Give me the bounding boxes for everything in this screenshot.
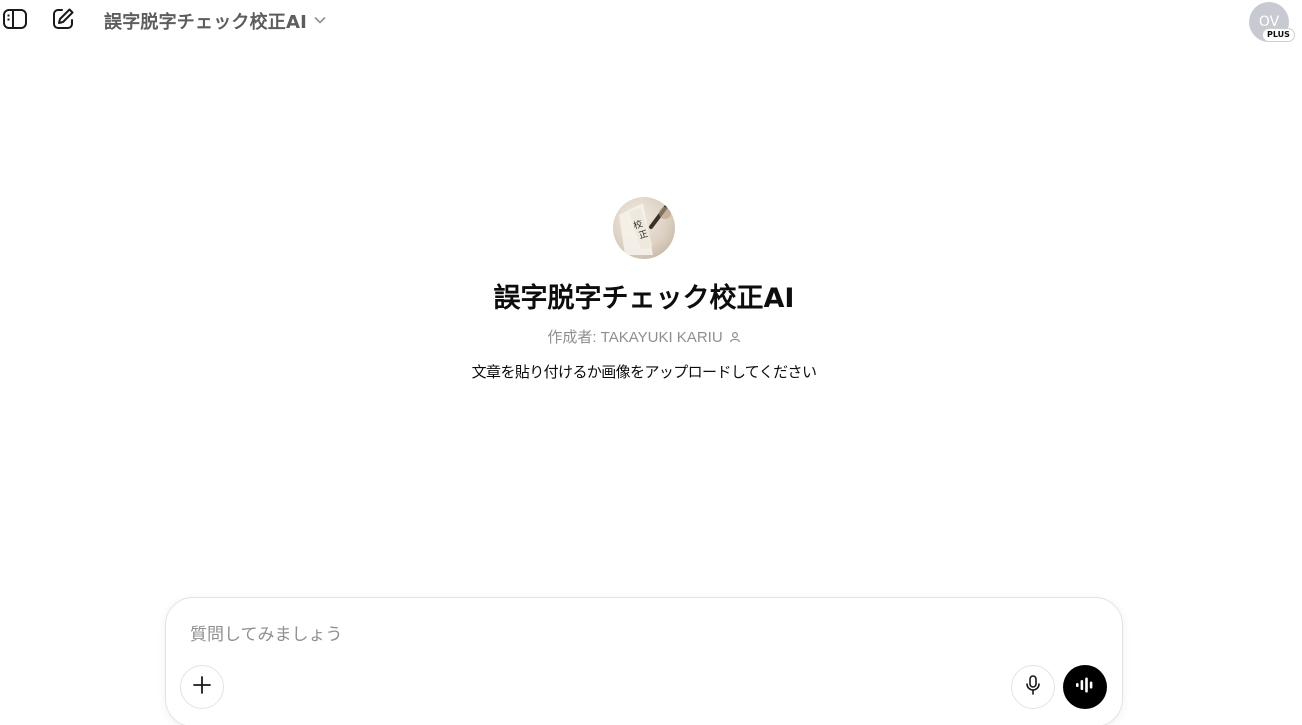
gpt-description: 文章を貼り付けるか画像をアップロードしてください: [471, 363, 817, 381]
chevron-down-icon: [313, 11, 327, 32]
prompt-input[interactable]: 質問してみましょう: [190, 620, 990, 645]
top-bar: 誤字脱字チェック校正AI OV PLUS: [0, 0, 1302, 44]
new-chat-button[interactable]: [48, 6, 78, 36]
attach-button[interactable]: [180, 665, 224, 709]
microphone-icon: [1023, 674, 1043, 700]
voice-mode-icon: [1074, 676, 1096, 698]
message-composer: 質問してみましょう: [165, 597, 1123, 725]
gpt-author: 作成者: TAKAYUKI KARIU: [0, 326, 1288, 347]
dictate-button[interactable]: [1011, 665, 1055, 709]
gpt-title: 誤字脱字チェック校正AI: [493, 283, 795, 314]
model-name: 誤字脱字チェック校正AI: [104, 12, 308, 33]
author-text: 作成者: TAKAYUKI KARIU: [547, 329, 723, 346]
gpt-profile-image: 校 正: [613, 197, 675, 259]
chat-page: 誤字脱字チェック校正AI OV PLUS 校 正 誤字脱字チェック校正AI 作成…: [0, 0, 1302, 725]
plan-badge: PLUS: [1262, 28, 1295, 42]
sidebar-icon: [2, 7, 28, 35]
person-icon: [729, 330, 741, 347]
plus-icon: [192, 675, 212, 699]
sidebar-toggle-button[interactable]: [0, 6, 30, 36]
edit-icon: [50, 6, 76, 36]
model-picker[interactable]: 誤字脱字チェック校正AI: [104, 6, 327, 36]
voice-mode-button[interactable]: [1063, 665, 1107, 709]
